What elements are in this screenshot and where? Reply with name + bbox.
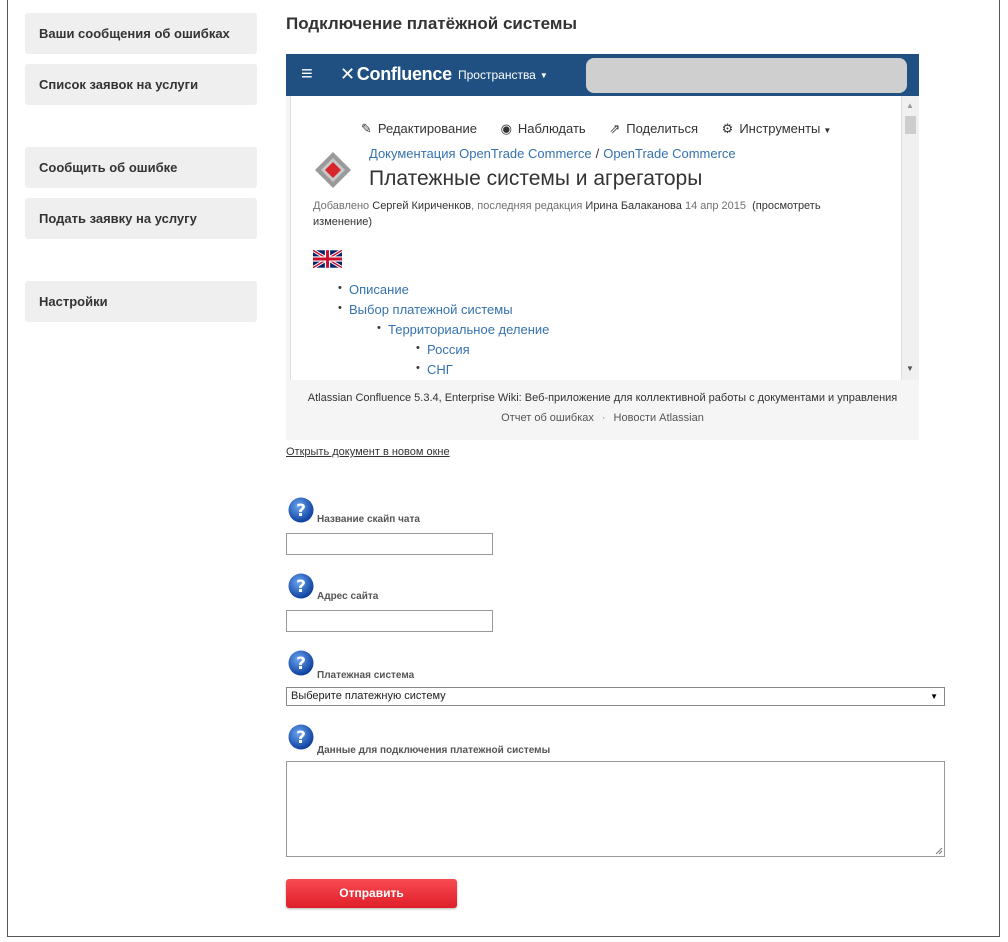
tools-button[interactable]: ⚙ Инструменты ▼	[722, 121, 832, 137]
confluence-logo-icon: ✕	[340, 64, 355, 84]
watch-button[interactable]: ◉ Наблюдать	[501, 121, 586, 137]
page-title: Подключение платёжной системы	[286, 14, 577, 33]
svg-text:?: ?	[296, 577, 306, 597]
uk-flag-icon[interactable]	[313, 250, 342, 268]
scrollbar-thumb[interactable]	[905, 116, 916, 134]
help-icon[interactable]: ?	[288, 650, 314, 676]
confluence-logo-text: Confluence	[356, 64, 452, 84]
breadcrumb-link[interactable]: Документация OpenTrade Commerce	[369, 146, 592, 161]
toc-item[interactable]: Выбор платежной системы	[338, 302, 513, 317]
watch-label: Наблюдать	[517, 121, 586, 136]
help-icon[interactable]: ?	[288, 573, 314, 599]
edit-label: Редактирование	[377, 121, 477, 136]
payment-system-selected: Выберите платежную систему	[291, 690, 446, 702]
connection-data-textarea[interactable]	[286, 761, 945, 857]
embedded-document: ≡ ✕ Confluence Пространства ▼ ✎ Редактирова…	[286, 54, 919, 440]
footer-text: Atlassian Confluence 5.3.4, Enterprise W…	[307, 392, 898, 404]
sidebar-item-my-bug-reports[interactable]: Ваши сообщения об ошибках	[25, 13, 257, 54]
confluence-header: ≡ ✕ Confluence Пространства ▼	[286, 54, 919, 96]
chevron-down-icon: ▼	[930, 692, 938, 701]
open-in-new-window-link[interactable]: Открыть документ в новом окне	[286, 446, 450, 458]
svg-text:?: ?	[296, 728, 306, 748]
toc-item[interactable]: СНГ	[416, 362, 453, 377]
pencil-icon: ✎	[361, 121, 372, 136]
atlassian-news-link[interactable]: Новости Atlassian	[614, 412, 704, 424]
date-link[interactable]: 14 апр 2015	[685, 200, 746, 212]
view-change-link-cont[interactable]: изменение)	[313, 216, 372, 228]
author-link[interactable]: Сергей Кириченков	[372, 200, 471, 212]
site-address-input[interactable]	[286, 610, 493, 632]
share-label: Поделиться	[626, 121, 699, 136]
sidebar-item-label: Подать заявку на услугу	[39, 211, 197, 226]
scroll-up-icon[interactable]: ▲	[906, 101, 914, 110]
eye-icon: ◉	[500, 121, 512, 136]
document-scrollbar[interactable]: ▲ ▼	[901, 96, 919, 380]
sidebar-item-label: Ваши сообщения об ошибках	[39, 26, 230, 41]
sidebar-item-label: Список заявок на услуги	[39, 77, 199, 92]
breadcrumb-separator: /	[595, 146, 600, 161]
toc-item[interactable]: Территориальное деление	[377, 322, 549, 337]
gear-icon: ⚙	[721, 121, 734, 136]
confluence-logo[interactable]: ✕ Confluence	[340, 63, 452, 85]
chevron-down-icon: ▼	[823, 126, 832, 135]
connection-data-label: Данные для подключения платежной системы	[317, 745, 551, 756]
sidebar-item-service-requests[interactable]: Список заявок на услуги	[25, 64, 257, 105]
help-icon[interactable]: ?	[288, 497, 314, 523]
page-tree-icon	[315, 152, 351, 188]
meta-last-edit-label: , последняя редакция	[471, 200, 583, 212]
help-icon[interactable]: ?	[288, 724, 314, 750]
svg-text:?: ?	[296, 654, 306, 674]
tools-label: Инструменты	[739, 121, 821, 136]
toc-item[interactable]: Россия	[416, 342, 470, 357]
breadcrumb: Документация OpenTrade Commerce / OpenTrad…	[369, 146, 736, 161]
page-toolbar: ✎ Редактирование ◉ Наблюдать ⇗ Поделиться ⚙…	[361, 121, 851, 137]
document-meta: Добавлено Сергей Кириченков, последняя р…	[313, 198, 873, 230]
view-change-link[interactable]: (просмотреть	[752, 200, 820, 212]
sidebar-item-settings[interactable]: Настройки	[25, 281, 257, 322]
sidebar-item-report-bug[interactable]: Сообщить об ошибке	[25, 147, 257, 188]
submit-button[interactable]: Отправить	[286, 879, 457, 908]
spaces-menu[interactable]: Пространства ▼	[458, 68, 548, 83]
confluence-footer: Atlassian Confluence 5.3.4, Enterprise W…	[286, 388, 919, 428]
document-title: Платежные системы и агрегаторы	[369, 167, 703, 190]
skype-chat-label: Название скайп чата	[317, 514, 420, 525]
chevron-down-icon: ▼	[539, 70, 548, 80]
resize-grip-icon[interactable]	[935, 847, 943, 855]
spaces-label: Пространства	[458, 68, 536, 82]
edit-button[interactable]: ✎ Редактирование	[361, 121, 477, 137]
footer-separator: ·	[601, 412, 606, 424]
skype-chat-input[interactable]	[286, 533, 493, 555]
sidebar-item-submit-request[interactable]: Подать заявку на услугу	[25, 198, 257, 239]
menu-icon[interactable]: ≡	[301, 64, 313, 84]
meta-added-label: Добавлено	[313, 200, 370, 212]
confluence-content: ✎ Редактирование ◉ Наблюдать ⇗ Поделиться ⚙…	[290, 96, 902, 380]
scroll-down-icon[interactable]: ▼	[906, 364, 914, 373]
site-address-label: Адрес сайта	[317, 591, 379, 602]
svg-text:?: ?	[296, 501, 306, 521]
bug-report-link[interactable]: Отчет об ошибках	[501, 412, 594, 424]
share-icon: ⇗	[609, 121, 621, 136]
confluence-search-input[interactable]	[586, 58, 907, 93]
sidebar-item-label: Настройки	[39, 294, 108, 309]
sidebar-item-label: Сообщить об ошибке	[39, 160, 178, 175]
payment-system-select[interactable]: Выберите платежную систему ▼	[286, 687, 945, 706]
breadcrumb-link[interactable]: OpenTrade Commerce	[603, 146, 735, 161]
toc-item[interactable]: Описание	[338, 282, 409, 297]
share-button[interactable]: ⇗ Поделиться	[609, 121, 698, 137]
payment-system-label: Платежная система	[317, 670, 415, 681]
editor-link[interactable]: Ирина Балаканова	[585, 200, 682, 212]
